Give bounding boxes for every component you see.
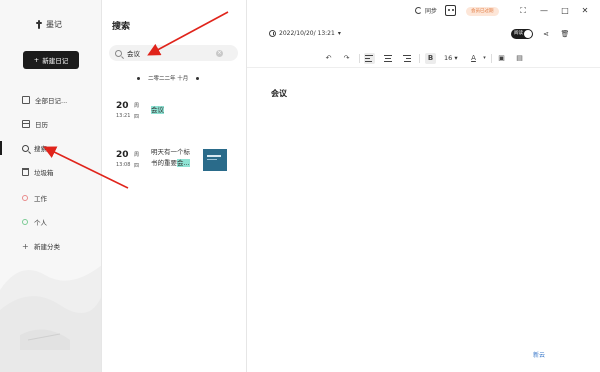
sidebar-item-label: 日历 xyxy=(35,121,48,129)
align-left-lines xyxy=(365,55,373,62)
category-dot-icon xyxy=(22,219,28,225)
pen-logo-icon xyxy=(36,20,42,29)
list-item[interactable]: 20 周 13:21 四 会议 xyxy=(116,101,240,120)
datetime-label: 2022/10/20/ 13:21 xyxy=(279,30,335,37)
editor-panel: 同步 会员已过期 ⛶ — □ ✕ 2022/10/20/ 13:21 ▾ 阅读 … xyxy=(247,0,600,372)
maximize-icon[interactable]: □ xyxy=(559,5,571,17)
close-icon[interactable]: ✕ xyxy=(579,5,591,17)
document-icon xyxy=(22,96,30,104)
sync-button[interactable]: 同步 xyxy=(415,6,437,15)
font-size-select[interactable]: 16 ▾ xyxy=(444,53,458,64)
chevron-down-icon[interactable]: ▾ xyxy=(479,53,490,64)
category-label: 工作 xyxy=(34,195,47,203)
note-list-panel: 搜索 × 二零二二年 十月 20 周 13:21 四 会议 20 周 13:08… xyxy=(102,0,247,372)
toolbar-divider xyxy=(491,54,492,63)
calendar-icon xyxy=(22,120,30,128)
format-toolbar: ↶ ↷ B 16 ▾ A ▾ ▣ ▤ xyxy=(247,48,600,68)
sidebar-item-label: 搜索 xyxy=(34,145,47,153)
sidebar-item-search[interactable]: 搜索 xyxy=(0,136,101,160)
undo-icon[interactable]: ↶ xyxy=(323,53,334,64)
search-highlight: 会... xyxy=(177,159,190,167)
clear-icon[interactable]: × xyxy=(216,49,223,57)
app-logo: 墨记 xyxy=(36,19,62,30)
sidebar-item-all-notes[interactable]: 全部日记... xyxy=(0,88,101,112)
sync-label: 同步 xyxy=(425,8,438,15)
snippet-line-2: 书的重要 xyxy=(151,159,177,167)
panel-title: 搜索 xyxy=(112,22,131,32)
note-time: 13:08 xyxy=(116,162,131,168)
minimize-icon[interactable]: — xyxy=(538,5,550,17)
note-datetime[interactable]: 2022/10/20/ 13:21 ▾ xyxy=(269,30,341,37)
note-snippet: 会议 xyxy=(151,105,201,116)
month-label: 二零二二年 十月 xyxy=(148,76,189,82)
list-item[interactable]: 20 周 13:08 四 明天有一个标 书的重要会... xyxy=(116,148,240,171)
note-weekday: 周 xyxy=(134,103,140,109)
note-time: 13:21 xyxy=(116,113,131,119)
watermark: 新云 xyxy=(533,350,545,359)
app-window: 墨记 + 新建日记 全部日记... 日历 搜索 垃圾箱 工作 个人 + 新建分类… xyxy=(0,0,600,372)
align-right-lines xyxy=(403,55,411,62)
vip-badge[interactable]: 会员已过期 xyxy=(466,7,499,16)
align-center-icon[interactable] xyxy=(383,53,394,64)
image-icon[interactable]: ▣ xyxy=(496,53,507,64)
font-size-value: 16 xyxy=(444,54,453,62)
sidebar-item-trash[interactable]: 垃圾箱 xyxy=(0,160,101,184)
sidebar-item-label: 全部日记... xyxy=(35,97,68,105)
clock-icon xyxy=(269,30,276,37)
document-title[interactable]: 会议 xyxy=(271,88,287,99)
month-header: 二零二二年 十月 xyxy=(137,74,200,82)
note-weekday: 周 xyxy=(134,152,140,158)
bold-icon[interactable]: B xyxy=(425,53,436,64)
sticker-icon[interactable]: ▤ xyxy=(514,53,525,64)
search-box[interactable]: × xyxy=(109,45,238,61)
category-label: 个人 xyxy=(34,219,47,227)
sidebar-item-calendar[interactable]: 日历 xyxy=(0,112,101,136)
category-dot-icon xyxy=(22,195,28,201)
note-day: 20 xyxy=(116,150,129,160)
search-highlight: 会议 xyxy=(151,106,164,114)
toolbar-divider xyxy=(419,54,420,63)
bullet-icon xyxy=(137,76,140,80)
category-item-work[interactable]: 工作 xyxy=(0,186,101,210)
note-weekday-2: 四 xyxy=(134,114,140,120)
sync-icon xyxy=(415,7,422,14)
note-thumbnail xyxy=(203,149,227,171)
new-note-label: 新建日记 xyxy=(42,57,69,65)
search-icon xyxy=(22,144,29,152)
note-snippet: 明天有一个标 书的重要会... xyxy=(151,147,201,169)
new-note-button[interactable]: + 新建日记 xyxy=(23,51,79,69)
avatar[interactable] xyxy=(445,5,456,16)
search-input[interactable] xyxy=(127,49,211,57)
sidebar-item-label: 垃圾箱 xyxy=(34,169,54,177)
toolbar-divider xyxy=(359,54,360,63)
title-bar: 同步 会员已过期 ⛶ — □ ✕ xyxy=(247,3,600,19)
snippet-line-1: 明天有一个标 xyxy=(151,148,190,156)
app-name: 墨记 xyxy=(46,20,62,29)
trash-icon xyxy=(22,168,29,176)
align-left-icon[interactable] xyxy=(364,53,375,64)
redo-icon[interactable]: ↷ xyxy=(341,53,352,64)
mountain-decoration xyxy=(0,265,101,372)
note-day: 20 xyxy=(116,101,129,111)
search-icon xyxy=(115,49,122,57)
font-color-icon[interactable]: A xyxy=(468,53,479,64)
note-weekday-2: 四 xyxy=(134,163,140,169)
watermark-text: 新云 xyxy=(533,352,546,359)
share-icon[interactable]: ⋖ xyxy=(541,29,551,39)
read-mode-toggle[interactable]: 阅读 xyxy=(511,29,533,39)
plus-icon: + xyxy=(33,56,40,64)
align-right-icon[interactable] xyxy=(402,53,413,64)
sidebar-nav: 全部日记... 日历 搜索 垃圾箱 xyxy=(0,88,101,184)
fullscreen-icon[interactable]: ⛶ xyxy=(517,5,529,17)
align-center-lines xyxy=(384,55,392,62)
bullet-icon xyxy=(196,76,200,80)
chevron-down-icon: ▾ xyxy=(337,30,341,37)
sidebar: 墨记 + 新建日记 全部日记... 日历 搜索 垃圾箱 工作 个人 + 新建分类 xyxy=(0,0,102,372)
delete-icon[interactable]: 🗑 xyxy=(560,29,570,39)
